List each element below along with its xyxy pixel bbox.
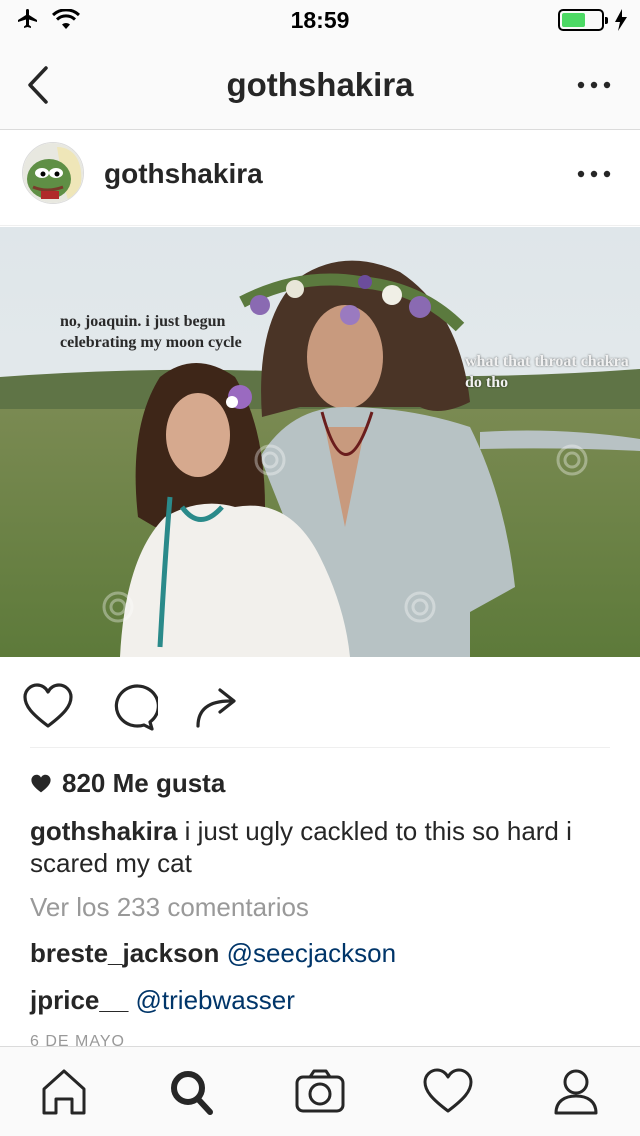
tab-profile[interactable] xyxy=(548,1067,604,1117)
post-caption: gothshakira i just ugly cackled to this … xyxy=(30,815,610,879)
battery-icon xyxy=(558,9,608,31)
nav-more-button[interactable] xyxy=(572,70,616,100)
comment-row: jprice__ @triebwasser xyxy=(30,985,295,1016)
tab-camera[interactable] xyxy=(292,1067,348,1117)
comment-mention[interactable]: @seecjackson xyxy=(227,938,396,968)
avatar-pepe-image xyxy=(23,143,83,203)
comment-row: breste_jackson @seecjackson xyxy=(30,938,396,969)
share-icon xyxy=(196,688,236,728)
status-time: 18:59 xyxy=(290,7,350,33)
meme-text-left: no, joaquin. i just begun celebrating my… xyxy=(60,313,242,351)
likes-label: 820 Me gusta xyxy=(62,768,226,798)
comment-icon xyxy=(114,684,160,731)
comment-username[interactable]: jprice__ xyxy=(30,985,128,1015)
charging-icon xyxy=(615,9,627,31)
activity-heart-icon xyxy=(423,1068,473,1113)
post-more-button[interactable] xyxy=(572,159,616,189)
profile-icon xyxy=(554,1069,598,1115)
camera-icon xyxy=(295,1069,345,1113)
more-horizontal-icon xyxy=(577,81,611,89)
photo-couple-meme-image xyxy=(0,227,640,657)
view-all-comments-link[interactable]: Ver los 233 comentarios xyxy=(30,892,309,923)
tab-activity[interactable] xyxy=(420,1067,476,1117)
likes-count[interactable]: 820 Me gusta xyxy=(30,768,225,799)
like-button[interactable] xyxy=(22,682,74,732)
comment-button[interactable] xyxy=(106,682,160,732)
comment-username[interactable]: breste_jackson xyxy=(30,938,219,968)
post-photo[interactable]: no, joaquin. i just begun celebrating my… xyxy=(0,227,640,657)
post-actions xyxy=(0,658,640,748)
post-header: gothshakira xyxy=(0,131,640,226)
tab-bar xyxy=(0,1046,640,1136)
avatar[interactable] xyxy=(22,142,84,204)
status-right xyxy=(558,9,628,31)
meme-text-right: what that throat chakra do tho xyxy=(465,353,629,391)
status-bar: 18:59 xyxy=(0,0,640,40)
heart-filled-icon xyxy=(31,774,51,792)
page-title: gothshakira xyxy=(226,66,414,103)
heart-icon xyxy=(23,683,73,728)
share-button[interactable] xyxy=(190,682,242,732)
tab-search[interactable] xyxy=(164,1067,220,1117)
battery-level xyxy=(562,13,585,27)
comment-mention[interactable]: @triebwasser xyxy=(136,985,295,1015)
caption-username[interactable]: gothshakira xyxy=(30,816,177,846)
post-username[interactable]: gothshakira xyxy=(104,158,263,190)
home-icon xyxy=(42,1069,86,1115)
actions-divider xyxy=(30,747,610,748)
tab-home[interactable] xyxy=(36,1067,92,1117)
nav-bar: gothshakira xyxy=(0,40,640,130)
more-horizontal-icon xyxy=(577,170,611,178)
search-icon xyxy=(171,1071,213,1115)
